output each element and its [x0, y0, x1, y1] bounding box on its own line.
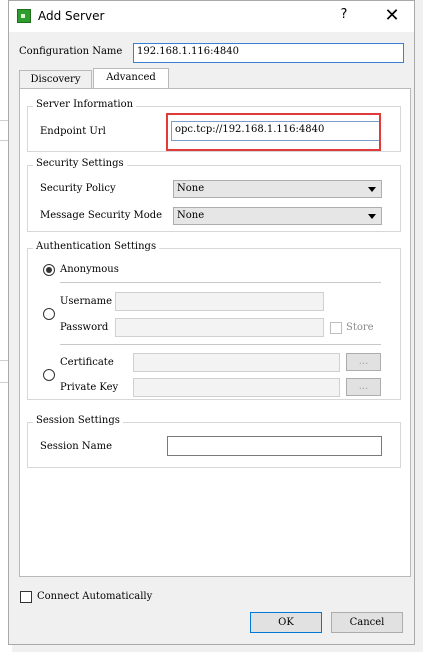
private-key-label: Private Key — [60, 382, 119, 393]
store-checkbox[interactable] — [330, 322, 342, 334]
configuration-name-input[interactable]: 192.168.1.116:4840 — [133, 43, 404, 63]
password-label: Password — [60, 322, 109, 333]
session-name-label: Session Name — [40, 441, 112, 452]
security-settings-title: Security Settings — [33, 158, 127, 169]
connect-automatically-label: Connect Automatically — [37, 591, 153, 602]
endpoint-highlight-box — [166, 113, 381, 151]
username-password-radio[interactable] — [43, 308, 55, 320]
private-key-browse-button[interactable]: ... — [346, 378, 381, 396]
session-settings-title: Session Settings — [33, 415, 123, 426]
cancel-button[interactable]: Cancel — [331, 612, 403, 633]
password-input[interactable] — [115, 318, 324, 337]
server-information-title: Server Information — [33, 99, 137, 110]
private-key-input[interactable] — [133, 378, 340, 397]
close-icon[interactable]: ✕ — [381, 5, 403, 27]
add-server-dialog: Add Server ? ✕ Configuration Name 192.16… — [8, 0, 415, 645]
message-security-mode-label: Message Security Mode — [40, 210, 163, 221]
connect-automatically-checkbox[interactable] — [20, 591, 32, 603]
app-icon — [17, 9, 31, 23]
certificate-radio[interactable] — [43, 369, 55, 381]
configuration-name-label: Configuration Name — [19, 46, 123, 57]
window-title: Add Server — [38, 9, 105, 23]
endpoint-url-label: Endpoint Url — [40, 126, 106, 137]
certificate-input[interactable] — [133, 353, 340, 372]
store-label: Store — [346, 322, 374, 333]
tab-advanced[interactable]: Advanced — [93, 68, 169, 89]
security-policy-value: None — [177, 183, 205, 194]
authentication-settings-title: Authentication Settings — [33, 241, 160, 252]
help-button[interactable]: ? — [336, 7, 352, 25]
certificate-label: Certificate — [60, 357, 114, 368]
username-label: Username — [60, 296, 113, 307]
message-security-mode-value: None — [177, 210, 205, 221]
auth-separator — [60, 282, 381, 283]
anonymous-radio[interactable] — [43, 264, 55, 276]
advanced-tab-panel: Server Information Endpoint Url opc.tcp:… — [19, 88, 411, 577]
chevron-down-icon — [368, 214, 376, 219]
security-policy-label: Security Policy — [40, 183, 116, 194]
tab-discovery[interactable]: Discovery — [19, 70, 92, 89]
ok-button[interactable]: OK — [250, 612, 322, 633]
chevron-down-icon — [368, 187, 376, 192]
certificate-browse-button[interactable]: ... — [346, 353, 381, 371]
anonymous-label: Anonymous — [60, 264, 119, 275]
message-security-mode-select[interactable]: None — [173, 207, 382, 225]
auth-separator — [60, 344, 381, 345]
session-name-input[interactable] — [167, 436, 382, 456]
title-bar: Add Server ? ✕ — [9, 1, 414, 32]
username-input[interactable] — [115, 292, 324, 311]
security-policy-select[interactable]: None — [173, 180, 382, 198]
